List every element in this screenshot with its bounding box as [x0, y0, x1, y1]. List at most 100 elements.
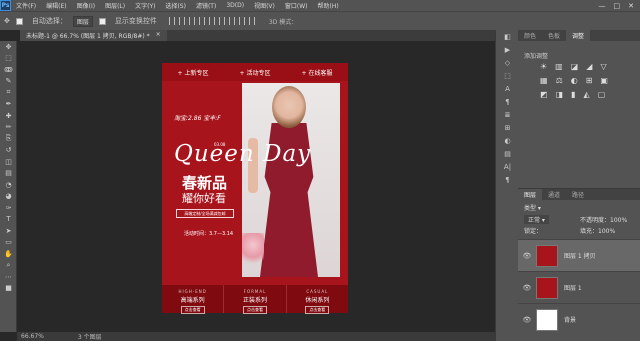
- zoom-level[interactable]: 66.67%: [21, 333, 44, 340]
- side-panel-icon[interactable]: ◧: [496, 30, 519, 43]
- brightness-icon[interactable]: ☀: [540, 62, 547, 71]
- zoom-icon[interactable]: ⌕: [0, 260, 17, 272]
- layer-kind-filter[interactable]: 类型 ▾: [524, 203, 541, 212]
- poster-canvas[interactable]: + 上新专区 + 活动专区 + 在线客服 淘宝:2.86 宝丰:F Queen …: [162, 63, 348, 314]
- side-panel-icon[interactable]: A|: [496, 160, 519, 173]
- vibrance-icon[interactable]: ▽: [600, 62, 606, 71]
- menu-edit[interactable]: 编辑(E): [41, 1, 71, 10]
- menu-image[interactable]: 图像(I): [72, 1, 100, 10]
- side-panel-icon[interactable]: ▶: [496, 43, 519, 56]
- layer-row[interactable]: 👁 图层 1: [518, 271, 640, 303]
- gradient-map-icon[interactable]: ▢: [598, 90, 606, 99]
- side-panel-icon[interactable]: ▤: [496, 147, 519, 160]
- fill-control[interactable]: 填充：100%: [580, 226, 615, 235]
- menu-window[interactable]: 窗口(W): [280, 1, 313, 10]
- photo-filter-icon[interactable]: ⊞: [586, 76, 593, 85]
- dodge-icon[interactable]: ◕: [0, 191, 17, 203]
- hand-icon[interactable]: ✋: [0, 248, 17, 260]
- menu-view[interactable]: 视图(V): [249, 1, 280, 10]
- side-panel-icon[interactable]: ◇: [496, 56, 519, 69]
- distribute-top-icon[interactable]: [228, 17, 235, 25]
- side-panel-icon[interactable]: ≣: [496, 108, 519, 121]
- posterize-icon[interactable]: ◨: [556, 90, 564, 99]
- tab-layers[interactable]: 图层: [518, 189, 543, 200]
- tab-adjustments[interactable]: 调整: [566, 30, 591, 41]
- layer-name[interactable]: 背景: [564, 315, 576, 324]
- menu-select[interactable]: 选择(S): [160, 1, 191, 10]
- opacity-control[interactable]: 不透明度：100%: [580, 215, 627, 224]
- align-middle-icon[interactable]: [178, 17, 185, 25]
- hue-icon[interactable]: ▦: [540, 76, 548, 85]
- align-top-icon[interactable]: [168, 17, 175, 25]
- exposure-icon[interactable]: ◢: [586, 62, 592, 71]
- healing-icon[interactable]: ✚: [0, 110, 17, 122]
- colors-icon[interactable]: ■: [0, 283, 17, 295]
- show-transform-checkbox[interactable]: [98, 17, 106, 25]
- auto-select-dropdown[interactable]: 图层: [72, 15, 93, 27]
- visibility-eye-icon[interactable]: 👁: [518, 252, 536, 260]
- invert-icon[interactable]: ◩: [540, 90, 548, 99]
- move-icon[interactable]: ✥: [0, 41, 17, 53]
- visibility-eye-icon[interactable]: 👁: [518, 284, 536, 292]
- document-tab[interactable]: 未标题-1 @ 66.7% (图层 1 拷贝, RGB/8#) * ×: [20, 30, 167, 41]
- blend-mode-dropdown[interactable]: 正常 ▾: [524, 215, 549, 224]
- side-panel-icon[interactable]: ¶: [496, 173, 519, 186]
- eraser-icon[interactable]: ◫: [0, 156, 17, 168]
- menu-layer[interactable]: 图层(L): [100, 1, 130, 10]
- layer-row[interactable]: 👁 背景: [518, 303, 640, 335]
- close-icon[interactable]: ✕: [628, 2, 634, 10]
- levels-icon[interactable]: ▥: [555, 62, 563, 71]
- crop-icon[interactable]: ⌗: [0, 87, 17, 99]
- threshold-icon[interactable]: ▮: [571, 90, 575, 99]
- black-white-icon[interactable]: ◐: [571, 76, 578, 85]
- side-panel-icon[interactable]: ⊞: [496, 121, 519, 134]
- distribute-bottom-icon[interactable]: [248, 17, 255, 25]
- tab-close-icon[interactable]: ×: [156, 31, 161, 40]
- visibility-eye-icon[interactable]: 👁: [518, 316, 536, 324]
- quick-select-icon[interactable]: ✎: [0, 76, 17, 88]
- side-panel-icon[interactable]: ◐: [496, 134, 519, 147]
- auto-select-checkbox[interactable]: [15, 17, 23, 25]
- maximize-icon[interactable]: □: [614, 2, 621, 10]
- side-panel-icon[interactable]: ¶: [496, 95, 519, 108]
- menu-3d[interactable]: 3D(D): [221, 2, 249, 9]
- distribute-middle-icon[interactable]: [238, 17, 245, 25]
- selective-color-icon[interactable]: ◭: [584, 90, 590, 99]
- curves-icon[interactable]: ◪: [571, 62, 579, 71]
- layer-name[interactable]: 图层 1: [564, 283, 582, 292]
- menu-type[interactable]: 文字(Y): [130, 1, 160, 10]
- tab-swatches[interactable]: 色板: [542, 30, 566, 41]
- tab-paths[interactable]: 路径: [566, 189, 590, 200]
- layer-row[interactable]: 👁 图层 1 拷贝: [518, 239, 640, 271]
- shape-icon[interactable]: ▭: [0, 237, 17, 249]
- align-center-icon[interactable]: [208, 17, 215, 25]
- more-icon[interactable]: ⋯: [0, 271, 17, 283]
- tab-color[interactable]: 颜色: [518, 30, 542, 41]
- minimize-icon[interactable]: —: [599, 2, 606, 10]
- history-brush-icon[interactable]: ↺: [0, 145, 17, 157]
- brush-icon[interactable]: ✏: [0, 122, 17, 134]
- color-balance-icon[interactable]: ⚖: [556, 76, 563, 85]
- align-right-icon[interactable]: [218, 17, 225, 25]
- marquee-icon[interactable]: ⬚: [0, 53, 17, 65]
- channel-mixer-icon[interactable]: ▣: [600, 76, 608, 85]
- align-left-icon[interactable]: [198, 17, 205, 25]
- side-panel-icon[interactable]: ⬚: [496, 69, 519, 82]
- layer-name[interactable]: 图层 1 拷贝: [564, 251, 596, 260]
- menu-filter[interactable]: 滤镜(T): [191, 1, 221, 10]
- move-tool-icon[interactable]: ✥: [4, 17, 10, 25]
- gradient-icon[interactable]: ▤: [0, 168, 17, 180]
- pen-icon[interactable]: ✑: [0, 202, 17, 214]
- side-panel-icon[interactable]: A: [496, 82, 519, 95]
- tab-channels[interactable]: 通道: [542, 189, 566, 200]
- text-icon[interactable]: T: [0, 214, 17, 226]
- stamp-icon[interactable]: ⎘: [0, 133, 17, 145]
- path-select-icon[interactable]: ➤: [0, 225, 17, 237]
- menu-file[interactable]: 文件(F): [11, 1, 41, 10]
- eyedropper-icon[interactable]: ✒: [0, 99, 17, 111]
- menu-help[interactable]: 帮助(H): [313, 1, 344, 10]
- lasso-icon[interactable]: ↂ: [0, 64, 17, 76]
- blur-icon[interactable]: ◔: [0, 179, 17, 191]
- blend-mode-value: 正常: [528, 217, 541, 224]
- align-bottom-icon[interactable]: [188, 17, 195, 25]
